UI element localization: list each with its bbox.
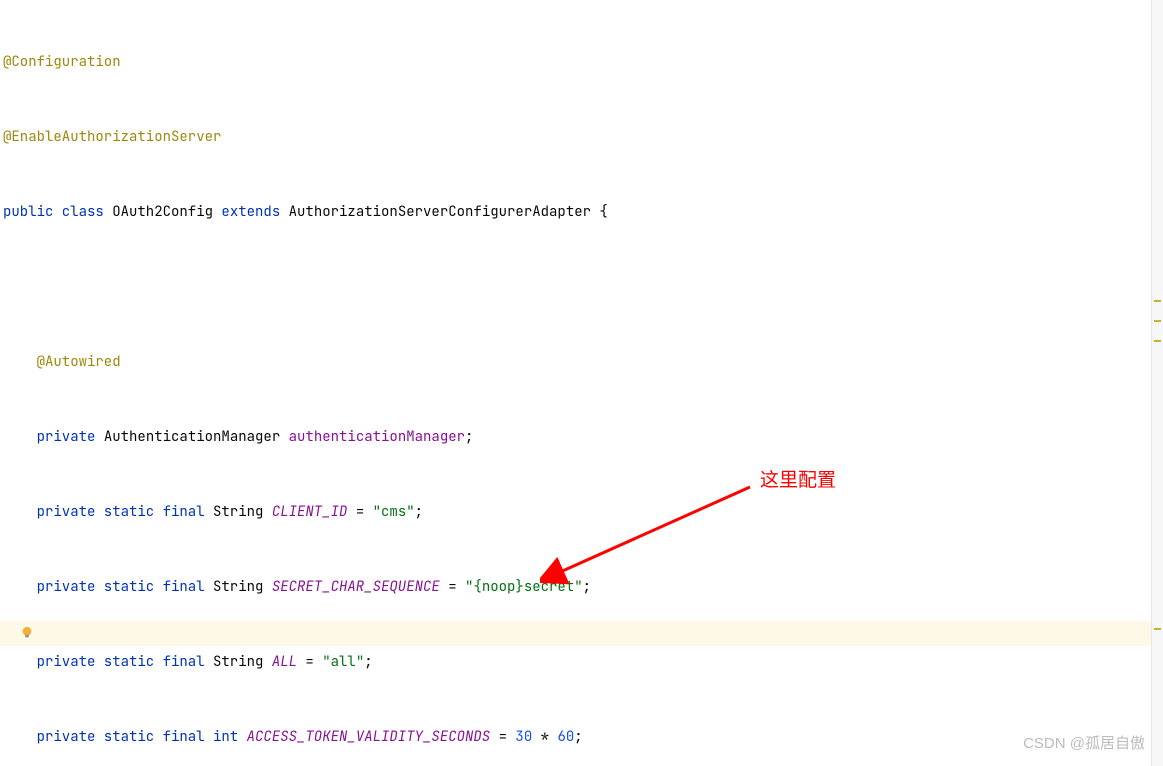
code-area[interactable]: @Configuration @EnableAuthorizationServe… <box>0 0 1163 766</box>
code-line[interactable]: private AuthenticationManager authentica… <box>0 425 1163 450</box>
watermark: CSDN @孤居自傲 <box>1023 731 1145 756</box>
code-line[interactable] <box>0 275 1163 300</box>
code-line[interactable]: @Autowired <box>0 350 1163 375</box>
code-line[interactable]: private static final String ALL = "all"; <box>0 650 1163 675</box>
code-line[interactable]: @EnableAuthorizationServer <box>0 125 1163 150</box>
stripe-mark[interactable] <box>1154 320 1161 322</box>
code-line[interactable]: @Configuration <box>0 50 1163 75</box>
error-stripe[interactable] <box>1151 0 1163 766</box>
intention-bulb-icon[interactable] <box>20 626 34 640</box>
code-editor[interactable]: @Configuration @EnableAuthorizationServe… <box>0 0 1163 766</box>
stripe-mark[interactable] <box>1154 628 1161 630</box>
annotation-label: 这里配置 <box>760 468 836 493</box>
stripe-mark[interactable] <box>1154 300 1161 302</box>
code-line[interactable]: public class OAuth2Config extends Author… <box>0 200 1163 225</box>
code-line[interactable]: private static final int ACCESS_TOKEN_VA… <box>0 725 1163 750</box>
code-line[interactable]: private static final String CLIENT_ID = … <box>0 500 1163 525</box>
code-line[interactable]: private static final String SECRET_CHAR_… <box>0 575 1163 600</box>
stripe-mark[interactable] <box>1154 340 1161 342</box>
